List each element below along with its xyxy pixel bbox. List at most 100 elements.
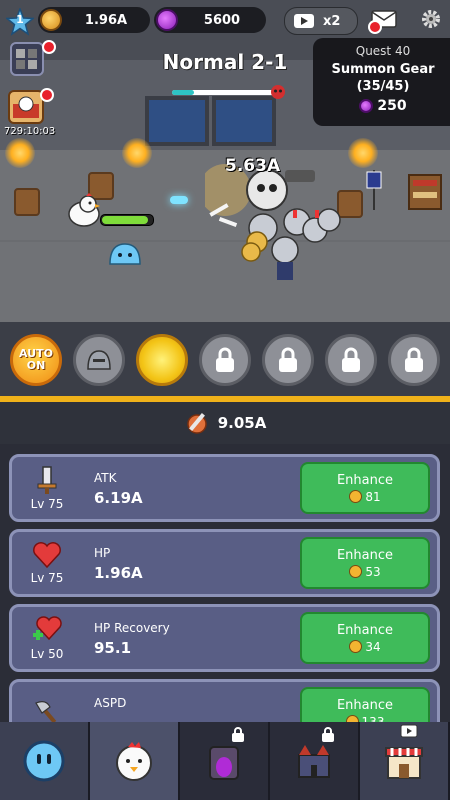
inventory-notification-dot — [42, 40, 56, 54]
stat-icon-col: Lv 75 — [12, 532, 82, 594]
coin-icon — [349, 490, 363, 503]
skill-slot-locked[interactable] — [388, 334, 440, 386]
stat-name: ATK — [94, 471, 117, 485]
stat-card-hp-recovery: Lv 50 HP Recovery 95.1 Enhance 34 — [9, 604, 440, 672]
enhance-label: Enhance — [336, 472, 394, 488]
stage-title: Normal 2-1 — [162, 50, 288, 74]
quest-reward-amount: 250 — [377, 98, 407, 114]
auto-state-label: ON — [26, 359, 46, 372]
video-icon — [400, 724, 418, 738]
event-button[interactable] — [8, 90, 44, 124]
enhance-atk-button[interactable]: Enhance 81 — [300, 462, 430, 514]
damage-number: 5.63A — [225, 156, 281, 176]
enhance-cost-value: 34 — [365, 639, 381, 654]
tab-shop[interactable] — [360, 722, 450, 800]
quest-reward: 250 — [313, 98, 450, 114]
combat-power-value: 9.05A — [217, 414, 267, 432]
skill-bar: AUTO ON — [0, 322, 450, 402]
enhance-label: Enhance — [336, 547, 394, 563]
enhance-cost-value: 81 — [365, 489, 381, 504]
coin-icon — [40, 9, 62, 31]
stage-progress-fill — [172, 90, 194, 95]
gem-icon — [359, 99, 374, 113]
stat-icon-col: Lv 50 — [12, 607, 82, 669]
coin-icon — [349, 640, 363, 653]
stat-list[interactable]: Lv 75 ATK 6.19A Enhance 81 Lv 75 HP 1.96… — [0, 444, 450, 734]
bottom-nav — [0, 722, 450, 800]
stat-name: ASPD — [94, 696, 127, 710]
stat-value: 1.96A — [94, 564, 143, 582]
stat-value: 95.1 — [94, 639, 132, 657]
auto-skill-toggle[interactable]: AUTO ON — [10, 334, 62, 386]
skill-slot-locked[interactable] — [262, 334, 314, 386]
quest-title: Quest 40 — [355, 44, 411, 58]
tab-character[interactable] — [90, 722, 180, 800]
ad-multiplier: x2 — [323, 13, 341, 29]
enhance-label: Enhance — [336, 622, 394, 638]
lock-icon — [232, 727, 244, 742]
gear-icon[interactable] — [420, 8, 442, 30]
barrel-icon — [14, 188, 40, 216]
enhance-cost: 34 — [349, 639, 381, 654]
skill-slot-locked[interactable] — [325, 334, 377, 386]
stat-level: Lv 50 — [30, 647, 64, 661]
gem-amount: 5600 — [203, 12, 241, 28]
chicken-icon — [116, 742, 152, 781]
slime-icon — [23, 740, 65, 782]
stat-level: Lv 75 — [30, 497, 64, 511]
skill-slot-helmet[interactable] — [73, 334, 125, 386]
bookshelf-icon — [408, 174, 442, 210]
torch-icon — [122, 138, 152, 168]
quest-name: Summon Gear — [331, 62, 435, 77]
torch-icon — [5, 138, 35, 168]
coin-counter: 1.96A — [38, 7, 150, 33]
enhance-cost-value: 53 — [365, 564, 381, 579]
stat-card-atk: Lv 75 ATK 6.19A Enhance 81 — [9, 454, 440, 522]
enhance-label: Enhance — [336, 697, 394, 713]
quest-progress: (35/45) — [356, 79, 410, 94]
tab-pet[interactable] — [0, 722, 90, 800]
gem-counter: 5600 — [154, 7, 266, 33]
portal-icon — [209, 746, 239, 780]
quest-panel[interactable]: Quest 40 Summon Gear (35/45) 250 — [313, 38, 450, 126]
lock-icon — [279, 347, 297, 372]
mail-notification-dot — [368, 20, 382, 34]
inventory-button[interactable] — [10, 42, 44, 76]
lock-icon — [216, 347, 234, 372]
tab-castle[interactable] — [270, 722, 360, 800]
lock-icon — [322, 727, 334, 742]
gear-bag-icon — [16, 49, 37, 69]
castle-window — [145, 96, 209, 146]
sword-shield-icon — [186, 413, 207, 434]
stage-progress-bar — [172, 90, 280, 95]
enhance-hp-recovery-button[interactable]: Enhance 34 — [300, 612, 430, 664]
battle-scene: 5.63A 1 1.96A 5600 x2 729:10:03 Normal 2… — [0, 0, 450, 322]
stat-value: 6.19A — [94, 489, 143, 507]
heart-icon — [33, 542, 61, 569]
chicken-hero — [68, 193, 100, 227]
banner-icon — [366, 170, 382, 210]
ad-boost-button[interactable]: x2 — [284, 7, 358, 35]
tab-dungeon[interactable] — [180, 722, 270, 800]
coin-icon — [349, 565, 363, 578]
skill-slot-gold[interactable] — [136, 334, 188, 386]
event-character-icon — [13, 96, 39, 118]
slime-pet — [109, 243, 141, 265]
enhance-cost: 53 — [349, 564, 381, 579]
enhance-cost: 81 — [349, 489, 381, 504]
skill-slot-locked[interactable] — [199, 334, 251, 386]
enhance-hp-button[interactable]: Enhance 53 — [300, 537, 430, 589]
event-notification-dot — [40, 88, 54, 102]
stat-level: Lv 75 — [30, 571, 64, 585]
stat-icon-col: Lv 75 — [12, 457, 82, 519]
lock-icon — [342, 347, 360, 372]
boss-skull-icon — [271, 85, 285, 99]
helmet-icon — [87, 350, 111, 370]
hero-hp-bar — [100, 214, 154, 226]
combat-power-row: 9.05A — [0, 402, 450, 444]
castle-window — [212, 96, 276, 146]
castle-icon — [298, 745, 330, 778]
stat-card-hp: Lv 75 HP 1.96A Enhance 53 — [9, 529, 440, 597]
heart-plus-icon — [33, 616, 62, 641]
player-level: 1 — [16, 13, 24, 26]
